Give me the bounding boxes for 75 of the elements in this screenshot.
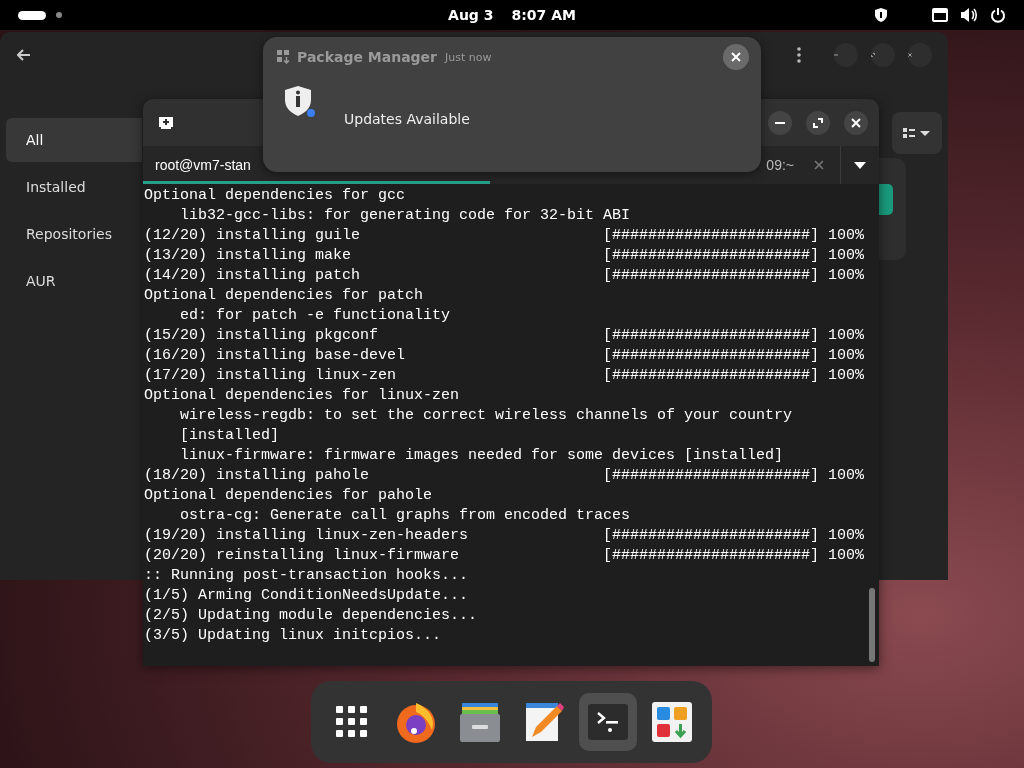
progress-text: [######################] 100%: [603, 267, 865, 284]
terminal-line: ostra-cg: Generate call graphs from encoded traces: [179, 506, 631, 526]
close-icon: [908, 50, 912, 60]
shield-info-icon: [284, 85, 316, 119]
close-icon: [731, 52, 741, 62]
app-grid-icon: [277, 50, 291, 64]
progress-text: [######################] 100%: [603, 367, 865, 384]
terminal-line: wireless-regdb: to set the correct wireless channels of your country: [179, 406, 793, 426]
terminal-line: (3/5) Updating linux initcpios...: [144, 626, 443, 646]
workspace-dot[interactable]: [56, 12, 62, 18]
view-menu-button[interactable]: [892, 112, 942, 154]
maximize-icon: [871, 50, 875, 60]
terminal-line: (12/20) installing guile: [144, 226, 362, 246]
close-button[interactable]: [844, 110, 868, 135]
file-cabinet-icon[interactable]: [458, 701, 501, 743]
progress-text: [######################] 100%: [603, 227, 865, 244]
maximize-icon: [813, 117, 823, 128]
notification-toast[interactable]: Package Manager Just now Updates Available: [263, 37, 761, 172]
software-store-icon[interactable]: [651, 702, 692, 742]
notification-time: Just now: [445, 50, 492, 64]
terminal-line: (13/20) installing make: [144, 246, 353, 266]
volume-icon[interactable]: [960, 7, 978, 23]
terminal-line: (15/20) installing pkgconf: [144, 326, 380, 346]
minimize-icon: [775, 121, 785, 124]
terminal-line: [installed]: [179, 426, 281, 446]
sidebar-item[interactable]: AUR: [6, 259, 142, 303]
terminal-line: (19/20) installing linux-zen-headers: [144, 526, 470, 546]
notepad-pencil-icon[interactable]: [523, 701, 564, 743]
terminal-line: lib32-gcc-libs: for generating code for 32-bit ABI: [179, 206, 631, 226]
terminal-line: (17/20) installing linux-zen: [144, 366, 398, 386]
terminal-line: Optional dependencies for pahole: [144, 486, 434, 506]
scrollbar-thumb[interactable]: [869, 588, 875, 662]
terminal-line: Optional dependencies for gcc: [144, 186, 407, 206]
terminal-line: ed: for patch -e functionality: [179, 306, 452, 326]
shield-icon[interactable]: [874, 7, 888, 23]
network-icon[interactable]: [932, 8, 948, 22]
menu-icon[interactable]: [797, 46, 801, 64]
terminal-line: Optional dependencies for patch: [144, 286, 425, 306]
notification-message: Updates Available: [344, 111, 470, 127]
terminal-line: linux-firmware: firmware images needed for some devices [installed]: [179, 446, 784, 466]
minimize-button[interactable]: [768, 110, 792, 135]
time-label[interactable]: 8:07 AM: [511, 7, 576, 23]
terminal-icon[interactable]: [587, 704, 628, 740]
terminal-line: (18/20) installing pahole: [144, 466, 371, 486]
progress-text: [######################] 100%: [603, 547, 865, 564]
progress-text: [######################] 100%: [603, 247, 865, 264]
terminal-line: :: Running post-transaction hooks...: [144, 566, 470, 586]
app-grid-icon[interactable]: [334, 705, 369, 739]
maximize-button[interactable]: [806, 110, 830, 135]
terminal-line: (2/5) Updating module dependencies...: [144, 606, 479, 626]
minimize-icon: [834, 54, 838, 56]
close-icon: [851, 117, 861, 128]
terminal-line: (16/20) installing base-devel: [144, 346, 407, 366]
power-icon[interactable]: [990, 7, 1006, 23]
new-tab-icon[interactable]: [158, 115, 174, 130]
list-view-icon: [903, 127, 931, 139]
terminal-line: (14/20) installing patch: [144, 266, 362, 286]
action-button[interactable]: [879, 184, 893, 215]
progress-text: [######################] 100%: [603, 527, 865, 544]
close-tab-icon[interactable]: [814, 160, 824, 170]
notification-app-name: Package Manager: [297, 49, 437, 65]
progress-text: [######################] 100%: [603, 327, 865, 344]
terminal-line: (1/5) Arming ConditionNeedsUpdate...: [144, 586, 470, 606]
sidebar-item[interactable]: Installed: [6, 165, 142, 209]
back-arrow-icon[interactable]: [17, 49, 31, 61]
progress-text: [######################] 100%: [603, 467, 865, 484]
terminal-line: Optional dependencies for linux-zen: [144, 386, 461, 406]
dropdown-caret-icon[interactable]: [854, 161, 866, 169]
date-label[interactable]: Aug 3: [448, 7, 494, 23]
terminal-line: (20/20) reinstalling linux-firmware: [144, 546, 461, 566]
sidebar-item[interactable]: All: [6, 118, 142, 162]
close-button[interactable]: [723, 44, 749, 70]
sidebar-item[interactable]: Repositories: [6, 212, 142, 256]
progress-text: [######################] 100%: [603, 347, 865, 364]
activities-indicator[interactable]: [18, 10, 46, 20]
